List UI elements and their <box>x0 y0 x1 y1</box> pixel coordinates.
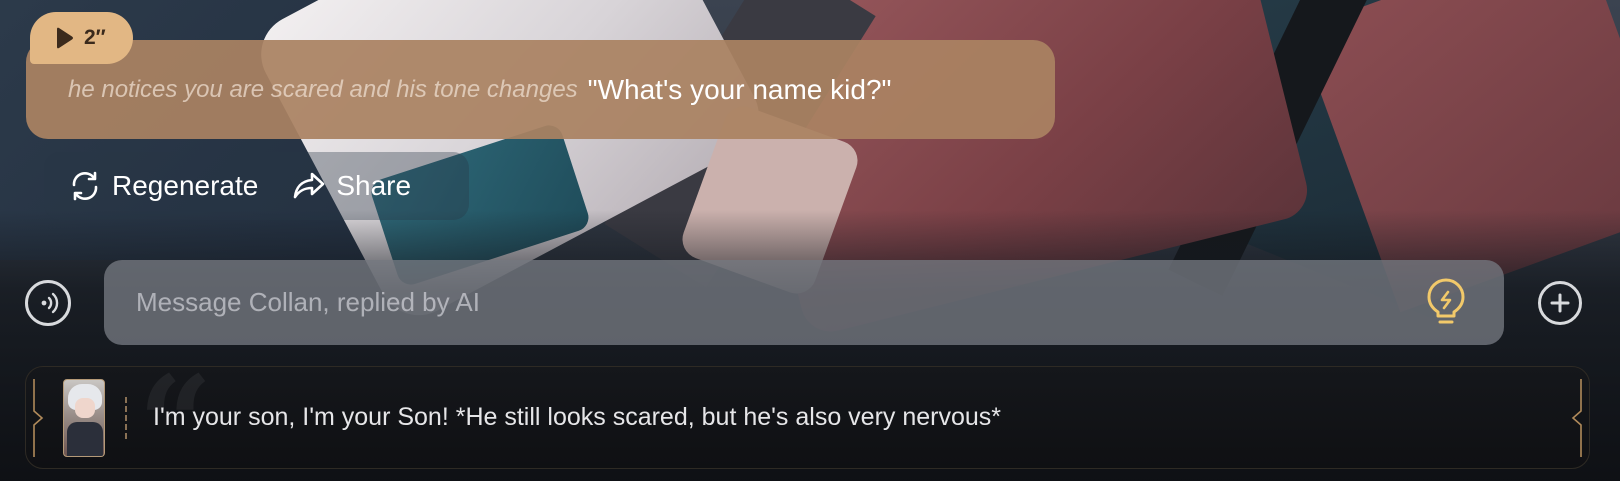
refresh-icon <box>72 171 98 201</box>
lightbulb-icon[interactable] <box>1424 278 1468 328</box>
suggested-reply[interactable]: “ I'm your son, I'm your Son! *He still … <box>25 366 1590 469</box>
message-action-text: he notices you are scared and his tone c… <box>68 75 578 103</box>
share-label: Share <box>336 170 412 201</box>
message-dialogue: "What's your name kid?" <box>587 73 892 105</box>
voice-call-button[interactable] <box>25 280 71 326</box>
audio-duration: 2″ <box>84 26 106 49</box>
share-button[interactable]: Share <box>292 169 411 203</box>
message-input-box[interactable] <box>104 260 1504 345</box>
regenerate-button[interactable]: Regenerate <box>68 169 258 203</box>
regenerate-label: Regenerate <box>112 170 259 201</box>
audio-play-button[interactable]: 2″ <box>30 12 133 64</box>
avatar <box>63 379 105 457</box>
share-icon <box>294 172 325 199</box>
suggested-reply-text: I'm your son, I'm your Son! *He still lo… <box>153 403 1002 431</box>
play-icon <box>57 27 73 49</box>
ai-message-bubble: he notices you are scared and his tone c… <box>26 40 1055 139</box>
message-input[interactable] <box>136 287 1504 318</box>
message-actions: Regenerate Share <box>44 152 469 220</box>
broadcast-icon <box>41 292 59 314</box>
left-ornament-icon <box>33 379 44 457</box>
right-ornament-icon <box>1571 379 1582 457</box>
plus-icon <box>1550 293 1570 313</box>
add-button[interactable] <box>1538 281 1582 325</box>
divider <box>125 397 127 439</box>
